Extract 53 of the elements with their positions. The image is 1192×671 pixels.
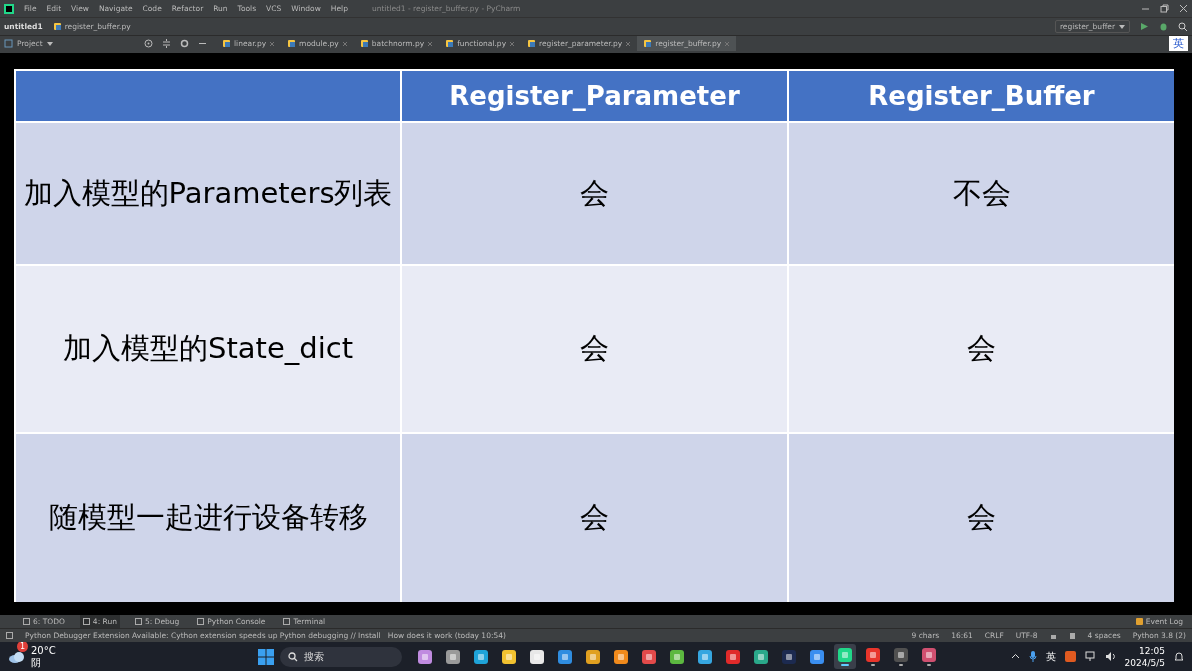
row-header: 随模型一起进行设备转移 (16, 434, 400, 602)
bell-icon[interactable] (1174, 651, 1184, 662)
windows-start-icon[interactable] (258, 648, 274, 665)
notification-badge: 1 (17, 642, 28, 652)
python-file-icon (359, 39, 369, 48)
tool-window-icon (197, 618, 205, 625)
tool-window-icon (82, 618, 90, 625)
project-panel-icon (4, 39, 13, 48)
search-icon (288, 651, 298, 662)
ime-toolbar[interactable]: 英 (1169, 36, 1188, 51)
event-log-icon (1135, 618, 1143, 625)
python-file-icon (527, 39, 537, 48)
python-file-icon (222, 39, 231, 48)
target-icon[interactable] (144, 39, 153, 48)
caret-icon (1119, 24, 1125, 29)
collapse-icon[interactable] (162, 39, 171, 48)
column-header: Register_Buffer (789, 71, 1174, 121)
row-header: 加入模型的Parameters列表 (16, 123, 400, 264)
taskbar-app-button[interactable] (834, 644, 856, 669)
clock-date[interactable]: 2024/5/5 (1124, 656, 1165, 669)
speaker-icon[interactable] (1104, 651, 1116, 662)
temperature: 20°C (31, 644, 56, 657)
table-cell: 会 (402, 266, 787, 432)
input-language[interactable]: 英 (1045, 649, 1056, 664)
tool-window-icon (283, 618, 291, 625)
table-cell: 会 (789, 266, 1174, 432)
tool-window-icon (23, 618, 30, 625)
caret-icon[interactable] (46, 41, 53, 46)
cloud-icon (8, 650, 26, 663)
weather-condition: 阴 (31, 656, 41, 669)
row-header: 加入模型的State_dict (16, 266, 400, 432)
table-cell: 会 (402, 123, 787, 264)
chevron-up-icon[interactable] (1010, 652, 1020, 661)
status-icon (6, 631, 13, 639)
run-icon[interactable] (1140, 22, 1149, 31)
python-file-icon (643, 39, 653, 48)
table-cell: 会 (402, 434, 787, 602)
column-header: Register_Parameter (402, 71, 787, 121)
network-icon[interactable] (1084, 651, 1096, 662)
table-cell: 会 (789, 434, 1174, 602)
restore-icon[interactable] (1160, 4, 1169, 13)
pycharm-logo-icon (4, 3, 14, 14)
python-file-icon (52, 22, 62, 31)
search-icon[interactable] (1178, 21, 1188, 32)
bug-icon[interactable] (1159, 22, 1168, 31)
python-file-icon (445, 39, 455, 48)
close-icon[interactable] (1179, 4, 1188, 13)
python-file-icon (287, 39, 297, 48)
table-cell: 不会 (789, 123, 1174, 264)
microphone-icon[interactable] (1028, 651, 1037, 662)
clock-time[interactable]: 12:05 (1139, 644, 1165, 657)
tool-window-icon (134, 618, 142, 625)
search-field[interactable]: 搜索 (280, 646, 402, 667)
